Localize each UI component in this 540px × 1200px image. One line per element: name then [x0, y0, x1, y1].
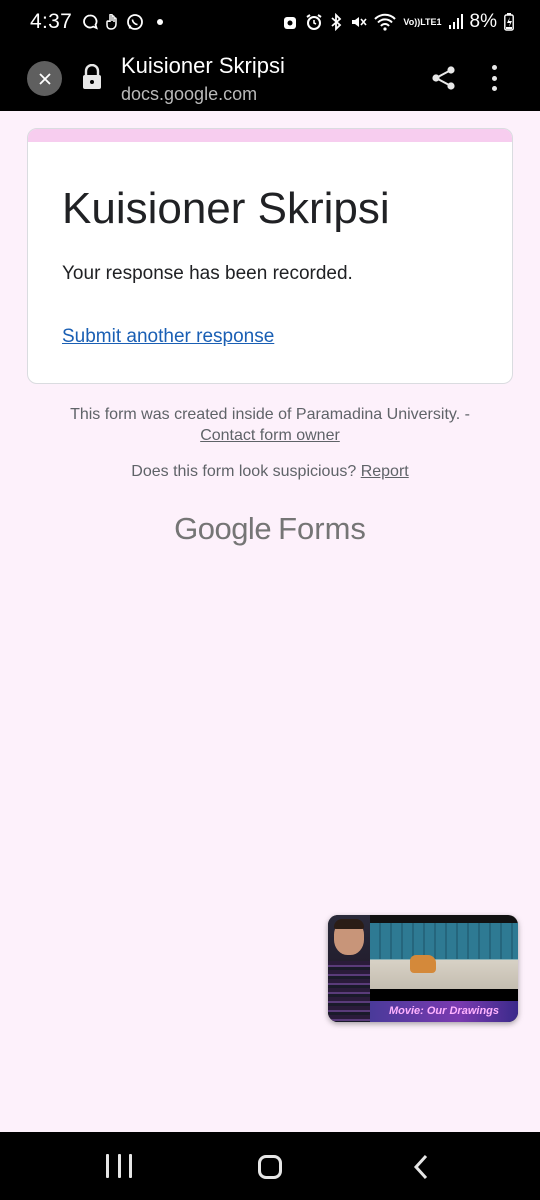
status-right: Vo)) LTE1 8% [282, 11, 514, 33]
more-vert-icon [491, 86, 497, 91]
footer-created-text: This form was created inside of Paramadi… [70, 406, 470, 423]
contact-form-owner-link[interactable]: Contact form owner [200, 427, 340, 444]
footer-suspicious: Does this form look suspicious? Report [0, 463, 540, 481]
notification-icons [82, 13, 164, 31]
wifi-icon [374, 13, 397, 31]
alarm-icon [305, 13, 323, 31]
forms-wordmark: Forms [278, 511, 366, 546]
page-title: Kuisioner Skripsi [121, 53, 285, 78]
video-subtitle-bar [370, 989, 518, 1001]
back-button[interactable] [412, 1154, 430, 1185]
battery-percent: 8% [469, 11, 497, 32]
status-left: 4:37 [30, 10, 164, 34]
page-url[interactable]: docs.google.com [121, 84, 257, 105]
close-icon [38, 72, 51, 85]
form-page: Kuisioner Skripsi Your response has been… [0, 111, 540, 1132]
stream-chat-overlay [328, 961, 370, 1022]
lock-app-icon [282, 14, 298, 30]
confirmation-card: Kuisioner Skripsi Your response has been… [27, 128, 513, 384]
recents-icon [117, 1154, 121, 1178]
hand-icon [105, 14, 119, 30]
google-forms-logo[interactable]: Google Forms [0, 511, 540, 547]
lock-icon[interactable] [81, 63, 103, 95]
whatsapp-icon [126, 13, 144, 31]
recents-icon [129, 1154, 132, 1178]
mute-icon [349, 13, 367, 31]
back-icon [413, 1154, 428, 1180]
bluetooth-icon [330, 13, 342, 31]
lte-label: LTE1 [420, 16, 442, 27]
recents-icon [106, 1154, 109, 1178]
submit-another-response-link[interactable]: Submit another response [62, 326, 274, 348]
signal-icon [448, 14, 463, 30]
status-bar: 4:37 Vo)) LTE1 8% [0, 0, 540, 44]
more-options-button[interactable] [482, 62, 506, 94]
recents-button[interactable] [106, 1154, 132, 1178]
card-accent-bar [28, 129, 512, 142]
suspicious-text: Does this form look suspicious? [131, 463, 357, 480]
chat-bubble-icon [82, 14, 99, 30]
more-vert-icon [491, 75, 497, 81]
more-notifications-dot [157, 19, 164, 25]
confirmation-message: Your response has been recorded. [62, 263, 353, 284]
video-lockers [370, 923, 518, 959]
google-wordmark: Google [174, 511, 272, 546]
form-title: Kuisioner Skripsi [62, 184, 390, 233]
home-button[interactable] [258, 1155, 282, 1179]
streamer-hair [334, 919, 364, 929]
share-button[interactable] [430, 64, 458, 92]
volte-label: Vo)) [403, 16, 421, 27]
custom-tab-toolbar: Kuisioner Skripsi docs.google.com [0, 44, 540, 111]
report-link[interactable]: Report [361, 463, 409, 480]
system-nav-bar [0, 1132, 540, 1200]
video-dog [410, 955, 436, 973]
pip-video-window[interactable]: Movie: Our Drawings [328, 915, 518, 1022]
volte-indicator: Vo)) LTE1 [403, 16, 442, 27]
battery-charging-icon [504, 13, 514, 31]
footer-contact: Contact form owner [0, 427, 540, 445]
close-tab-button[interactable] [27, 61, 62, 96]
more-vert-icon [491, 65, 497, 70]
status-time: 4:37 [30, 10, 73, 33]
video-caption: Movie: Our Drawings [370, 1001, 518, 1022]
share-icon [432, 66, 455, 90]
